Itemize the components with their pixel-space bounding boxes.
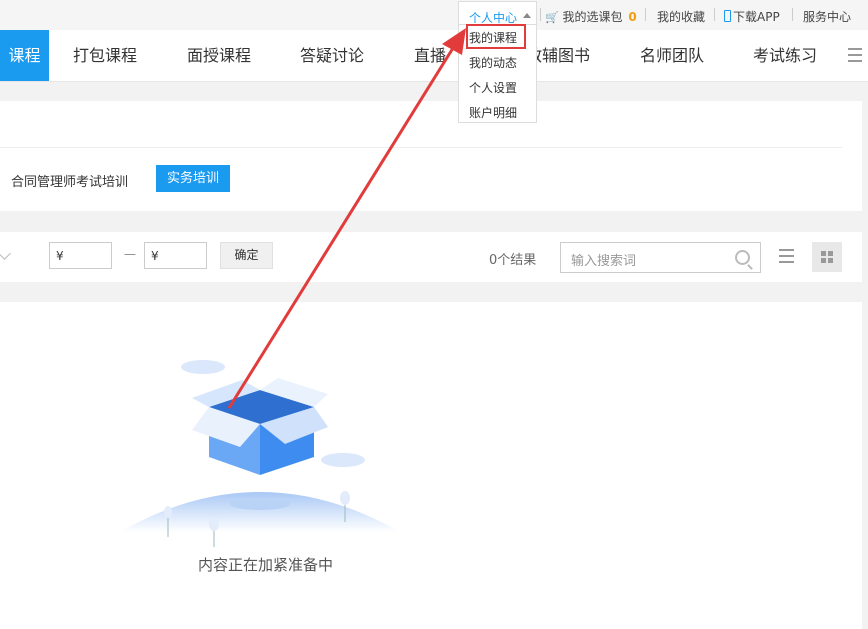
service-center-link[interactable]: 服务中心 [803, 8, 851, 25]
nav-item-bundle[interactable]: 打包课程 [73, 30, 137, 81]
list-view-icon[interactable] [779, 249, 794, 267]
download-app-link[interactable]: 下载APP [724, 8, 780, 25]
price-range-dash: — [124, 247, 136, 261]
dropdown-item-my-activity[interactable]: 我的动态 [469, 54, 517, 71]
course-bag-label: 我的选课包 [562, 10, 623, 24]
divider [792, 8, 793, 21]
price-max-input[interactable]: ¥ [144, 242, 207, 269]
search-input[interactable]: 输入搜索词 [560, 242, 761, 273]
course-bag-link[interactable]: 🛒 我的选课包 0 [545, 8, 637, 25]
dropdown-item-account[interactable]: 账户明细 [469, 104, 517, 121]
search-placeholder: 输入搜索词 [571, 254, 637, 269]
divider [540, 8, 541, 21]
nav-item-exams[interactable]: 考试练习 [753, 30, 817, 81]
highlight-box [466, 24, 526, 49]
confirm-button[interactable]: 确定 [220, 242, 273, 269]
results-count: 0个结果 [489, 253, 537, 268]
empty-message: 内容正在加紧准备中 [198, 556, 334, 574]
content-area: 内容正在加紧准备中 [0, 302, 862, 629]
nav-item-qa[interactable]: 答疑讨论 [300, 30, 364, 81]
main-nav: 课程 打包课程 面授课程 答疑讨论 直播 教辅图书 名师团队 考试练习 [0, 30, 868, 82]
list-toolbar: ¥ — ¥ 确定 0个结果 输入搜索词 [0, 232, 862, 282]
favorites-link[interactable]: 我的收藏 [657, 8, 705, 25]
filter-divider [0, 147, 842, 148]
grid-view-icon[interactable] [812, 242, 842, 272]
filter-tag-practice[interactable]: 实务培训 [156, 165, 230, 192]
empty-box-illustration [120, 360, 400, 547]
filter-category[interactable]: 合同管理师考试培训 [11, 171, 128, 190]
filter-panel: 合同管理师考试培训 实务培训 [0, 101, 862, 211]
phone-icon [724, 10, 731, 22]
price-min-input[interactable]: ¥ [49, 242, 112, 269]
dropdown-item-settings[interactable]: 个人设置 [469, 79, 517, 96]
divider [714, 8, 715, 21]
nav-item-courses[interactable]: 课程 [0, 30, 49, 81]
search-icon[interactable] [735, 250, 750, 265]
divider [645, 8, 646, 21]
nav-item-teachers[interactable]: 名师团队 [640, 30, 704, 81]
cart-icon: 🛒 [545, 11, 559, 24]
chevron-down-icon[interactable] [0, 247, 11, 260]
course-bag-count: 0 [628, 10, 637, 24]
caret-up-icon [523, 13, 531, 18]
nav-item-offline[interactable]: 面授课程 [187, 30, 251, 81]
top-bar: 个人中心 🛒 我的选课包 0 我的收藏 下载APP 服务中心 [0, 0, 868, 30]
menu-icon[interactable] [848, 48, 862, 66]
nav-item-live[interactable]: 直播 [414, 30, 446, 81]
download-app-label: 下载APP [733, 10, 780, 24]
